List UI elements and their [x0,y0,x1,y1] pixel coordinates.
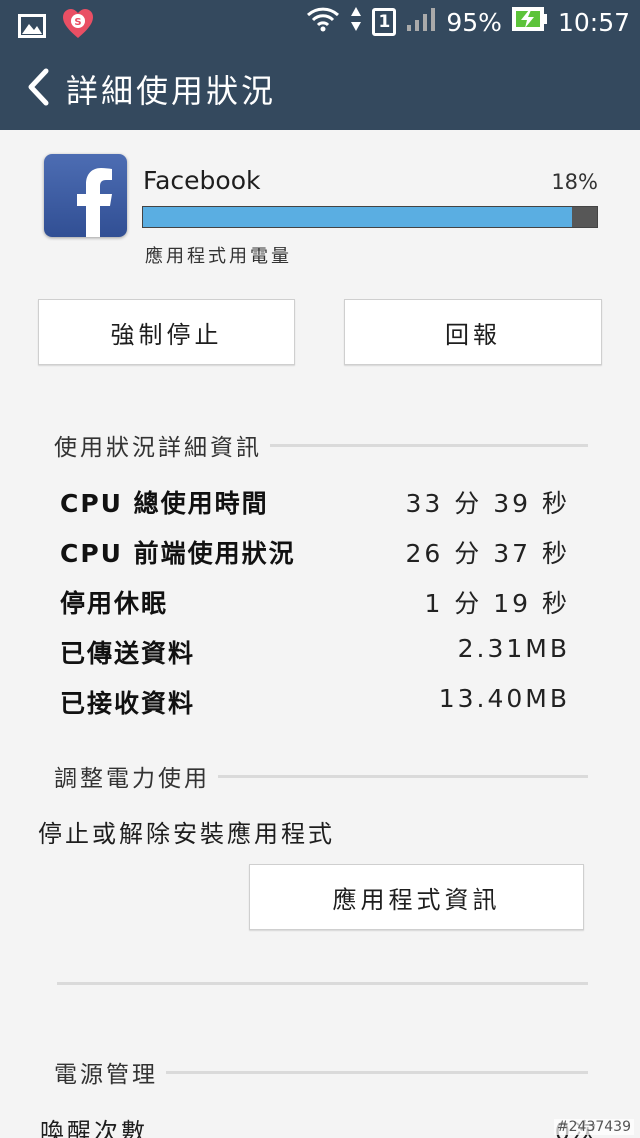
detail-value-data-sent: 2.31MB [457,634,570,663]
section-title: 電源管理 [54,1062,158,1088]
page-title: 詳細使用狀況 [66,72,277,110]
usage-bar-fill [143,207,573,227]
section-divider [166,1070,588,1074]
detail-label-keep-awake: 停用休眠 [60,589,169,618]
data-transfer-icon [350,6,362,38]
section-title: 調整電力使用 [54,766,210,792]
detail-value-data-received: 13.40MB [438,684,570,713]
report-button[interactable]: 回報 [344,299,602,365]
section-divider [218,774,588,778]
detail-label-cpu-total: CPU 總使用時間 [60,489,269,518]
clock: 10:57 [557,7,630,37]
battery-percent: 95% [446,7,502,37]
force-stop-button[interactable]: 強制停止 [38,299,295,365]
app-name: Facebook [143,166,261,195]
usage-bar-caption: 應用程式用電量 [145,246,292,267]
sim-slot-indicator: 1 [372,8,397,36]
svg-text:S: S [74,17,81,28]
gallery-icon [18,14,46,42]
battery-charging-icon [511,6,548,38]
detail-value-cpu-total: 33 分 39 秒 [405,489,570,518]
stop-uninstall-description: 停止或解除安裝應用程式 [38,820,335,848]
usage-bar [142,206,598,228]
detail-value-cpu-foreground: 26 分 37 秒 [405,539,570,568]
detail-label-cpu-foreground: CPU 前端使用狀況 [60,539,296,568]
chevron-left-icon [25,67,51,111]
section-divider [270,443,588,447]
watermark: #2437439 [553,1119,634,1135]
signal-icon [406,6,436,38]
app-usage-percent: 18% [551,170,598,194]
app-notification-icon: S [62,8,94,48]
wifi-icon [306,6,340,38]
section-title: 使用狀況詳細資訊 [54,435,262,461]
app-bar: 詳細使用狀況 [0,48,640,130]
usage-details-header: 使用狀況詳細資訊 [54,428,588,462]
back-button[interactable] [10,48,66,130]
facebook-app-icon [44,154,127,237]
detail-label-data-received: 已接收資料 [60,689,196,718]
power-adjust-header: 調整電力使用 [54,759,588,793]
detail-label-data-sent: 已傳送資料 [60,639,196,668]
wake-count-label: 喚醒次數 [40,1118,148,1138]
power-management-header: 電源管理 [54,1055,588,1089]
detail-value-keep-awake: 1 分 19 秒 [424,589,570,618]
section-divider [57,982,588,985]
status-bar: S 1 95% 10:57 [0,0,640,48]
app-info-button[interactable]: 應用程式資訊 [249,864,584,930]
